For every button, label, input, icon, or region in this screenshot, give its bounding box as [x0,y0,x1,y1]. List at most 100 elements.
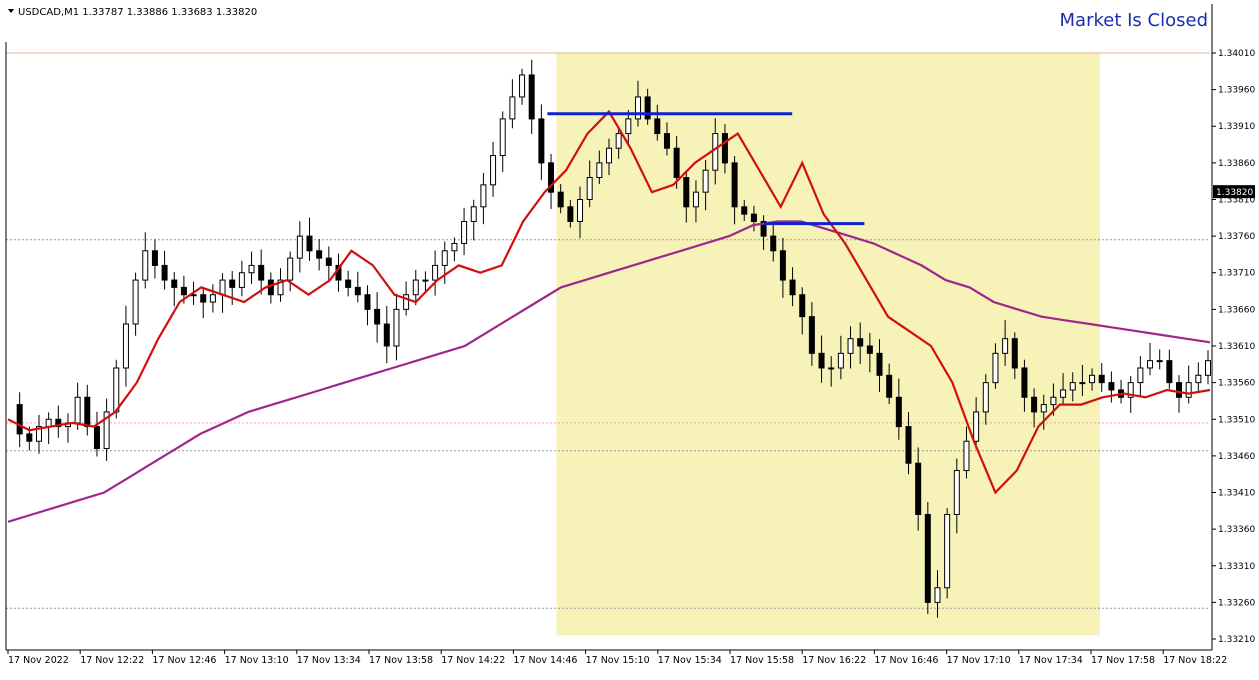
candle-body [132,279,139,325]
candle-body [596,162,603,179]
candle-body [1089,374,1096,384]
candle-body [1166,360,1173,384]
candle-body [944,513,951,589]
candle-body [180,286,187,296]
candle-body [857,338,864,347]
candle-body [1079,382,1086,385]
candle-body [789,279,796,296]
candle-body [441,250,448,266]
candle-body [499,118,506,157]
candle-body [625,118,632,135]
candle-body [1108,382,1115,391]
price-tick-label: 1.33460 [1218,452,1255,462]
candle-body [982,382,989,413]
time-tick-label: 17 Nov 15:34 [658,655,722,666]
price-tick-label: 1.33210 [1218,635,1255,645]
candle-body [1021,367,1028,398]
price-tick-label: 1.33710 [1218,269,1255,279]
candle-body [799,294,806,318]
candle-body [248,264,255,274]
candle-body [238,272,245,288]
candle-body [953,470,960,515]
price-tick-label: 1.33260 [1218,598,1255,608]
candle-body [26,433,33,442]
time-tick-label: 17 Nov 16:46 [874,655,938,666]
time-tick-label: 17 Nov 2022 [8,655,69,666]
time-tick-label: 17 Nov 16:22 [802,655,866,666]
time-tick-label: 17 Nov 14:46 [513,655,577,666]
candle-body [480,184,487,208]
time-tick-label: 17 Nov 13:10 [225,655,289,666]
candle-body [1060,389,1067,398]
price-tick-label: 1.33660 [1218,305,1255,315]
candle-body [432,264,439,281]
candle-body [828,367,835,370]
candle-body [837,352,844,369]
candle-body [1069,382,1076,391]
price-tick-label: 1.33910 [1218,122,1255,132]
candle-body [267,279,274,296]
time-tick-label: 17 Nov 17:34 [1019,655,1083,666]
candle-body [296,235,303,259]
candle-body [615,133,622,149]
price-tick-label: 1.33960 [1218,86,1255,96]
candle-body [422,279,429,282]
candle-body [818,352,825,369]
candle-body [1185,382,1192,398]
candle-body [886,374,893,398]
candle-body [393,308,400,347]
candle-body [808,316,815,354]
candle-body [151,250,158,266]
candle-body [895,396,902,428]
candle-body [644,96,651,120]
market-status-label: Market Is Closed [1060,10,1208,31]
price-tick-label: 1.33610 [1218,342,1255,352]
candle-body [113,367,120,413]
candle-body [567,206,574,222]
candle-body [142,250,149,281]
candle-body [461,220,468,244]
candle-body [74,396,81,424]
candle-body [209,294,216,303]
candle-body [229,279,236,288]
candle-body [683,177,690,208]
symbol-ohlc-label: USDCAD,M1 1.33787 1.33886 1.33683 1.3382… [18,7,257,18]
candle-body [171,279,178,288]
price-tick-label: 1.33860 [1218,159,1255,169]
price-tick-label: 1.33410 [1218,489,1255,499]
candle-body [1031,396,1038,413]
price-tick-label: 1.33560 [1218,379,1255,389]
candle-body [731,162,738,208]
candle-body [741,206,748,215]
time-tick-label: 17 Nov 12:22 [80,655,144,666]
time-tick-label: 17 Nov 18:22 [1163,655,1227,666]
candle-body [915,462,922,515]
candle-body [692,191,699,208]
time-tick-label: 17 Nov 17:58 [1091,655,1155,666]
candle-body [219,279,226,296]
current-price-tag: 1.33820 [1213,185,1255,199]
candle-body [200,294,207,303]
candle-body [161,264,168,281]
candle-body [712,133,719,171]
candle-body [325,257,332,266]
candle-body [1147,360,1154,369]
candle-body [924,513,931,603]
candle-body [876,352,883,376]
candle-body [1205,360,1211,376]
candle-body [1011,338,1018,369]
highlight-zone-layer [556,52,1100,636]
candle-body [538,118,545,164]
candle-body [905,426,912,464]
price-tick-label: 1.34010 [1218,49,1255,59]
candle-body [412,279,419,296]
candle-body [84,396,91,428]
candle-body [1050,396,1057,406]
candle-body [586,177,593,200]
chart-canvas[interactable]: 1.340101.339601.339101.338601.338101.337… [0,0,1259,680]
time-tick-label: 17 Nov 13:34 [297,655,361,666]
candle-body [374,308,381,325]
time-tick-label: 17 Nov 14:22 [441,655,505,666]
candle-body [779,250,786,281]
candle-body [673,147,680,179]
